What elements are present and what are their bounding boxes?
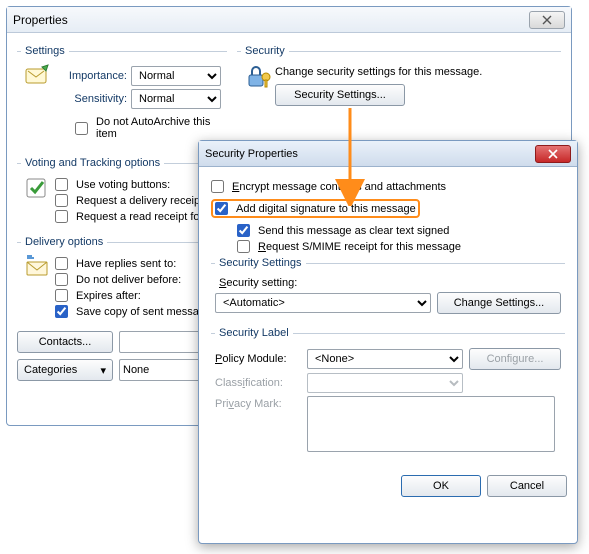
have-replies-label: Have replies sent to: bbox=[76, 258, 176, 270]
security-properties-title: Security Properties bbox=[205, 148, 298, 160]
save-copy-label: Save copy of sent message bbox=[76, 306, 211, 318]
voting-legend: Voting and Tracking options bbox=[21, 157, 164, 169]
ok-button[interactable]: OK bbox=[401, 475, 481, 497]
have-replies-checkbox[interactable] bbox=[55, 257, 68, 270]
properties-title: Properties bbox=[13, 13, 68, 27]
clear-text-checkbox[interactable] bbox=[237, 224, 250, 237]
close-icon bbox=[541, 15, 553, 25]
settings-group: Settings Importance: Normal Sensitivity:… bbox=[17, 45, 227, 145]
autoarchive-checkbox[interactable] bbox=[75, 122, 88, 135]
sec-label-group: Security Label Policy Module: Policy Mod… bbox=[211, 327, 565, 457]
voting-icon bbox=[21, 175, 55, 209]
security-description: Change security settings for this messag… bbox=[275, 66, 482, 78]
encrypt-label: EEncrypt message contents and attachment… bbox=[232, 181, 446, 193]
importance-label: Importance: bbox=[55, 70, 127, 82]
change-settings-button[interactable]: Change Settings... bbox=[437, 292, 561, 314]
security-properties-window: Security Properties EEncrypt message con… bbox=[198, 140, 578, 544]
settings-icon bbox=[21, 63, 55, 97]
security-icon bbox=[241, 63, 275, 97]
not-before-label: Do not deliver before: bbox=[76, 274, 181, 286]
add-signature-label: Add digital signature to this message bbox=[236, 203, 416, 215]
clear-text-label: Send this message as clear text signed bbox=[258, 225, 449, 237]
security-group: Security Change security settings for th… bbox=[237, 45, 561, 145]
contacts-button[interactable]: Contacts... bbox=[17, 331, 113, 353]
delivery-icon bbox=[21, 254, 55, 288]
close-button[interactable] bbox=[535, 145, 571, 163]
configure-button: Configure... bbox=[469, 348, 561, 370]
add-signature-checkbox[interactable] bbox=[215, 202, 228, 215]
privacy-mark-field bbox=[307, 396, 555, 452]
delivery-legend: Delivery options bbox=[21, 236, 107, 248]
dropdown-icon: ▾ bbox=[100, 364, 106, 377]
smime-receipt-label: RRequest S/MIME receipt for this message… bbox=[258, 241, 461, 253]
security-legend: Security bbox=[241, 45, 289, 57]
cancel-button[interactable]: Cancel bbox=[487, 475, 567, 497]
categories-button-label: Categories bbox=[24, 364, 77, 376]
classification-select bbox=[307, 373, 463, 393]
sec-label-legend: Security Label bbox=[215, 327, 293, 339]
properties-titlebar: Properties bbox=[7, 7, 571, 33]
not-before-checkbox[interactable] bbox=[55, 273, 68, 286]
add-signature-highlight: Add digital signature to this message bbox=[211, 199, 420, 218]
importance-select[interactable]: Normal bbox=[131, 66, 221, 86]
autoarchive-label: Do not AutoArchive this item bbox=[96, 116, 223, 140]
policy-module-select[interactable]: <None> bbox=[307, 349, 463, 369]
smime-receipt-checkbox[interactable] bbox=[237, 240, 250, 253]
use-voting-checkbox[interactable] bbox=[55, 178, 68, 191]
categories-button[interactable]: Categories ▾ bbox=[17, 359, 113, 381]
sec-settings-group: Security Settings Security setting: Secu… bbox=[211, 257, 565, 319]
encrypt-checkbox[interactable] bbox=[211, 180, 224, 193]
settings-legend: Settings bbox=[21, 45, 69, 57]
security-properties-titlebar: Security Properties bbox=[199, 141, 577, 167]
use-voting-label: Use voting buttons: bbox=[76, 179, 170, 191]
sec-setting-label: Security setting: bbox=[219, 277, 561, 289]
expires-checkbox[interactable] bbox=[55, 289, 68, 302]
security-settings-button[interactable]: Security Settings... bbox=[275, 84, 405, 106]
privacy-mark-label: Privacy Mark: bbox=[215, 396, 301, 410]
policy-module-label: Policy Module: bbox=[215, 353, 301, 365]
delivery-receipt-checkbox[interactable] bbox=[55, 194, 68, 207]
read-receipt-checkbox[interactable] bbox=[55, 210, 68, 223]
sensitivity-label: Sensitivity: bbox=[55, 93, 127, 105]
security-setting-select[interactable]: <Automatic> bbox=[215, 293, 431, 313]
classification-label: Classification: bbox=[215, 377, 301, 389]
close-button[interactable] bbox=[529, 11, 565, 29]
close-icon bbox=[547, 149, 559, 159]
expires-label: Expires after: bbox=[76, 290, 141, 302]
sensitivity-select[interactable]: Normal bbox=[131, 89, 221, 109]
save-copy-checkbox[interactable] bbox=[55, 305, 68, 318]
sec-settings-legend: Security Settings bbox=[215, 257, 306, 269]
